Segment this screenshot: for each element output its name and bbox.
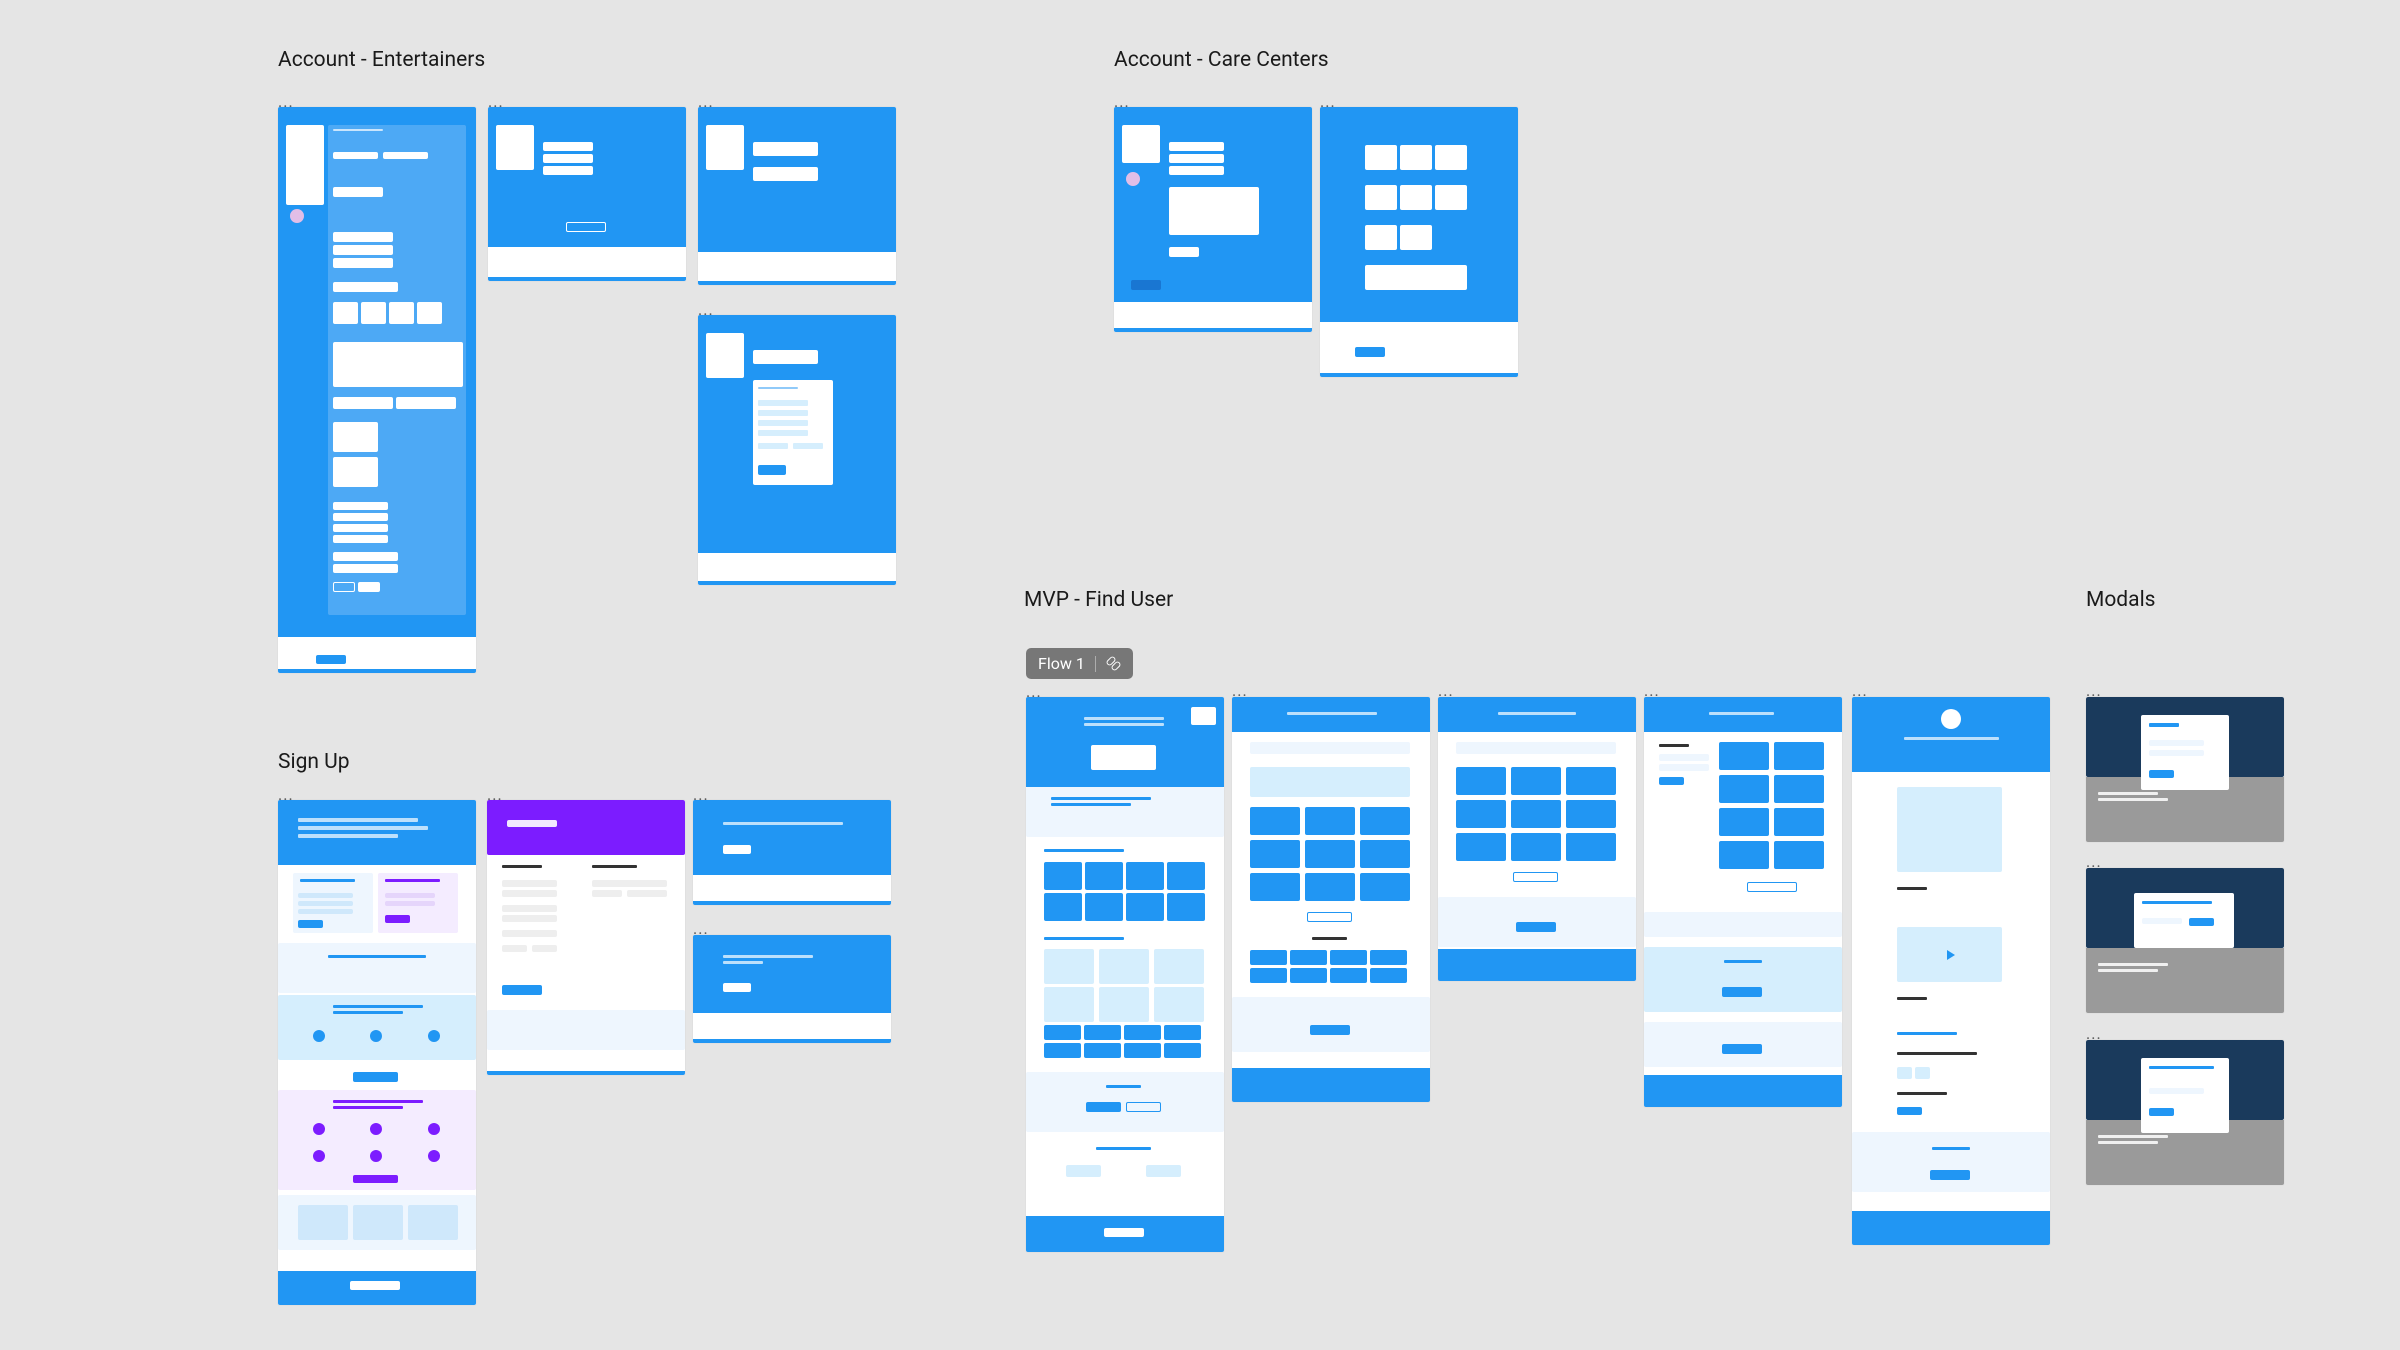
frame-mvp-home[interactable] bbox=[1026, 697, 1224, 1252]
separator bbox=[1095, 656, 1096, 672]
frame-signup-landing[interactable] bbox=[278, 800, 476, 1305]
frame-mvp-search-category[interactable] bbox=[1438, 697, 1636, 981]
frame-mvp-find-entertainment[interactable] bbox=[1232, 697, 1430, 1102]
section-title-account-care-centers: Account - Care Centers bbox=[1114, 48, 1329, 72]
frame-modal-signin[interactable] bbox=[2086, 697, 2284, 842]
section-title-modals: Modals bbox=[2086, 588, 2156, 612]
frame-billing-membership-2[interactable] bbox=[698, 315, 896, 585]
frame-signup-checkout[interactable] bbox=[487, 800, 685, 1075]
flow-chip-label: Flow 1 bbox=[1038, 654, 1085, 673]
frame-modal-forgot-password[interactable] bbox=[2086, 1040, 2284, 1185]
frame-billing-membership-1[interactable] bbox=[698, 107, 896, 285]
section-title-account-entertainers: Account - Entertainers bbox=[278, 48, 485, 72]
section-title-sign-up: Sign Up bbox=[278, 750, 350, 774]
section-title-mvp-find-user: MVP - Find User bbox=[1024, 588, 1173, 612]
link-icon[interactable] bbox=[1106, 656, 1121, 671]
frame-signup-profile-almost[interactable] bbox=[693, 800, 891, 905]
frame-profile-settings[interactable] bbox=[278, 107, 476, 673]
frame-cc-account-settings[interactable] bbox=[1114, 107, 1312, 332]
design-canvas[interactable]: Account - Entertainers Account - Care Ce… bbox=[0, 0, 2400, 1350]
flow-chip[interactable]: Flow 1 bbox=[1026, 648, 1133, 679]
frame-mvp-profile-detail[interactable] bbox=[1852, 697, 2050, 1245]
frame-signup-account-ready[interactable] bbox=[693, 935, 891, 1043]
frame-mvp-find-musician[interactable] bbox=[1644, 697, 1842, 1107]
frame-modal-find-entertainers[interactable] bbox=[2086, 868, 2284, 1013]
frame-account-settings[interactable] bbox=[488, 107, 686, 281]
frame-cc-saved-entertainers[interactable] bbox=[1320, 107, 1518, 377]
